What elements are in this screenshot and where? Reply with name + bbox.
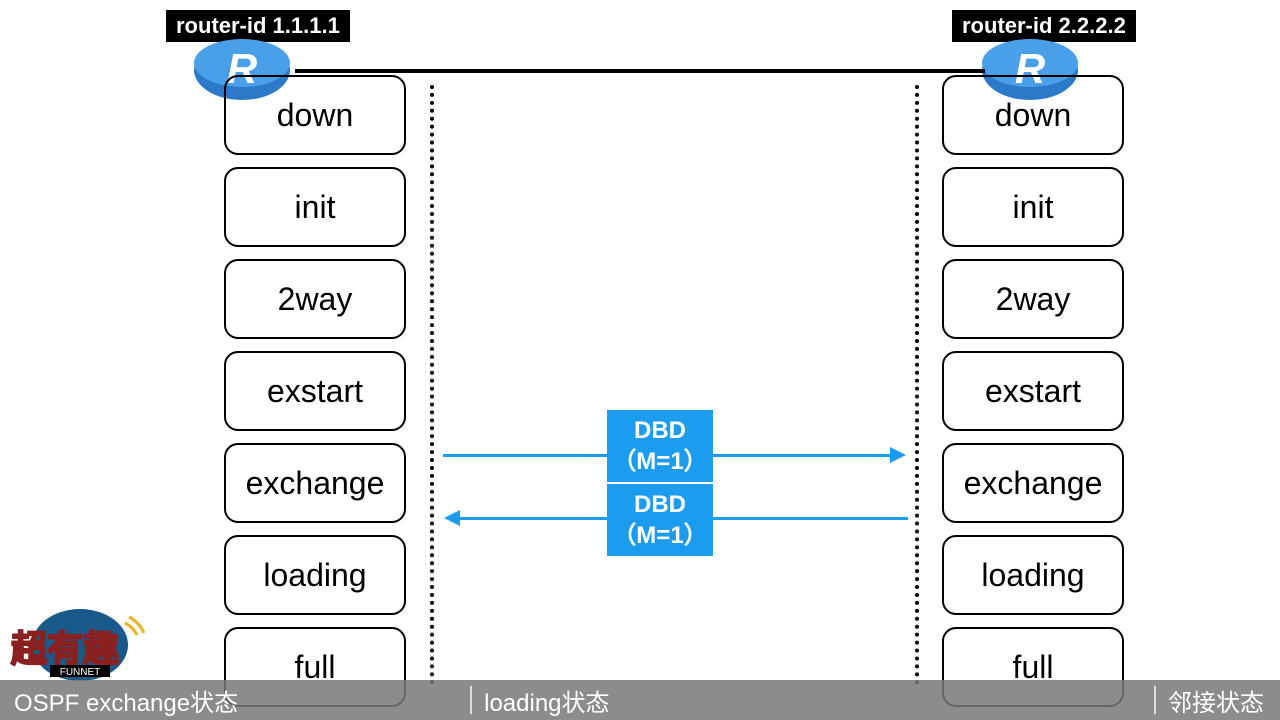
- bb-item-2[interactable]: loading状态: [484, 683, 609, 718]
- state-box: exstart: [942, 351, 1124, 431]
- packet-line1: DBD: [634, 489, 686, 520]
- dbd-packet-bottom: DBD （M=1）: [607, 484, 713, 556]
- bb-separator: [1154, 686, 1156, 714]
- left-state-column: down init 2way exstart exchange loading …: [224, 75, 406, 707]
- state-box: exchange: [942, 443, 1124, 523]
- bb-item-1[interactable]: OSPF exchange状态: [14, 683, 238, 718]
- arrow-right-left-segment: [443, 454, 607, 457]
- arrow-left-right-segment: [713, 517, 908, 520]
- state-box: 2way: [942, 259, 1124, 339]
- router-link-line: [295, 69, 985, 73]
- arrow-head-right: [890, 447, 906, 463]
- state-box: 2way: [224, 259, 406, 339]
- arrow-head-left: [444, 510, 460, 526]
- timeline-right: [915, 85, 919, 685]
- svg-text:FUNNET: FUNNET: [60, 667, 101, 678]
- bottom-nav-bar: OSPF exchange状态 loading状态 邻接状态: [0, 680, 1280, 720]
- packet-line1: DBD: [634, 415, 686, 446]
- dbd-packet-top: DBD （M=1）: [607, 410, 713, 482]
- state-box: loading: [942, 535, 1124, 615]
- state-box: init: [942, 167, 1124, 247]
- state-box: down: [942, 75, 1124, 155]
- right-state-column: down init 2way exstart exchange loading …: [942, 75, 1124, 707]
- svg-text:超有趣: 超有趣: [11, 628, 119, 669]
- timeline-left: [430, 85, 434, 685]
- bb-separator: [470, 686, 472, 714]
- state-box: init: [224, 167, 406, 247]
- state-box: exchange: [224, 443, 406, 523]
- arrow-right-right-segment: [713, 454, 893, 457]
- packet-line2: （M=1）: [612, 520, 707, 551]
- state-box: exstart: [224, 351, 406, 431]
- state-box: down: [224, 75, 406, 155]
- arrow-left-left-segment: [460, 517, 607, 520]
- state-box: loading: [224, 535, 406, 615]
- bb-item-3[interactable]: 邻接状态: [1168, 683, 1264, 718]
- packet-line2: （M=1）: [612, 446, 707, 477]
